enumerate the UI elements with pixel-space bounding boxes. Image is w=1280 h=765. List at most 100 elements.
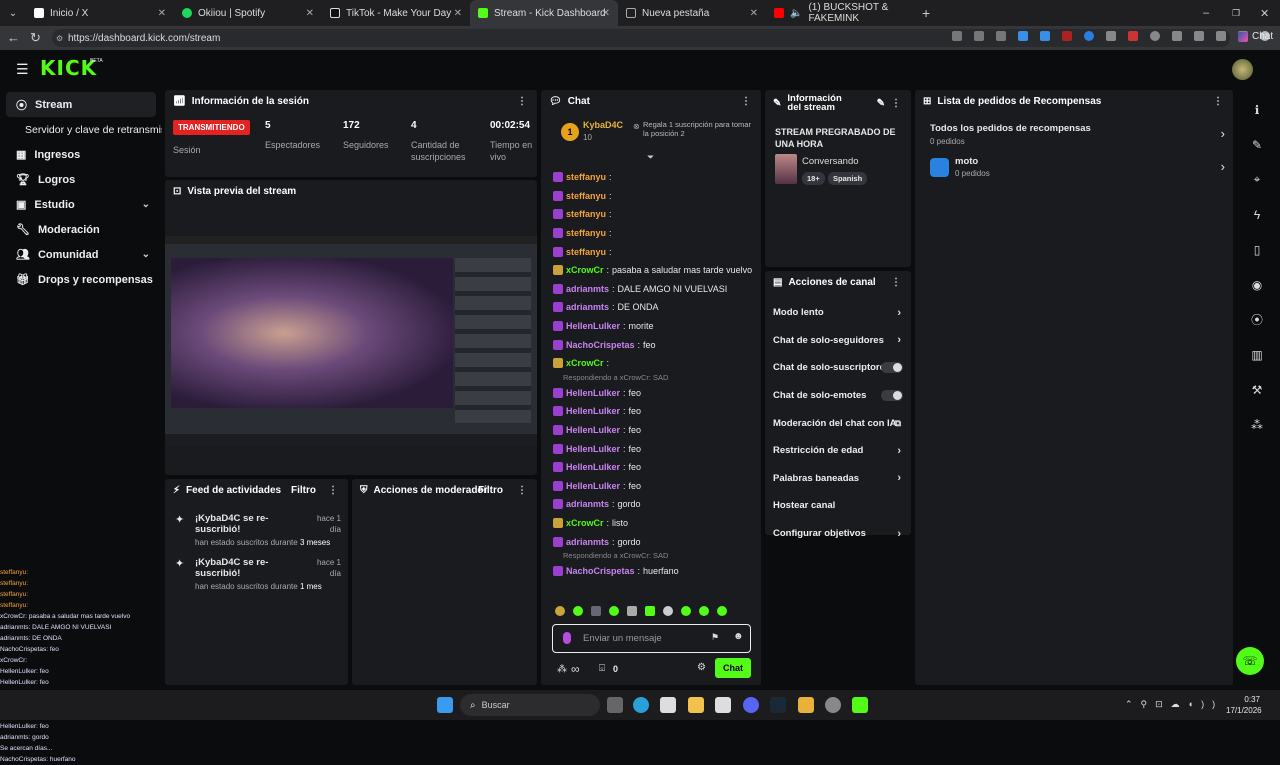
wrench-icon[interactable]: ⚒: [1240, 372, 1274, 407]
channel-action-row[interactable]: Restricción de edad ›: [765, 437, 911, 465]
chrome-icon[interactable]: [825, 697, 841, 713]
chat-message[interactable]: HellenLulker: feo: [553, 384, 758, 403]
hamburger-icon[interactable]: ☰: [16, 61, 29, 78]
close-tab-icon[interactable]: ✕: [602, 8, 610, 19]
chat-message[interactable]: steffanyu:: [553, 224, 758, 243]
discord-icon[interactable]: [743, 697, 759, 713]
pencil-icon[interactable]: ✎: [1240, 127, 1274, 162]
chat-username[interactable]: steffanyu: [566, 247, 606, 257]
toggle-switch[interactable]: [881, 390, 903, 402]
emote-icon[interactable]: [681, 606, 691, 616]
app-icon[interactable]: [798, 697, 814, 713]
chat-message[interactable]: steffanyu:: [553, 205, 758, 224]
new-tab-button[interactable]: +: [922, 5, 930, 21]
chat-message[interactable]: NachoCrispetas: huerfano: [553, 562, 758, 581]
emote-icon[interactable]: [573, 606, 583, 616]
user-avatar[interactable]: [1232, 59, 1253, 80]
puzzle-icon[interactable]: [1172, 31, 1182, 41]
gear-icon[interactable]: [1194, 31, 1204, 41]
channel-action-row[interactable]: Chat de solo-seguidores ›: [765, 327, 911, 355]
more-icon[interactable]: ⋮: [891, 98, 901, 109]
sidebar-item-stream[interactable]: ⦿ Stream: [6, 92, 156, 117]
chat-username[interactable]: steffanyu: [566, 228, 606, 238]
back-icon[interactable]: ←: [7, 30, 20, 45]
edge-icon[interactable]: [633, 697, 649, 713]
chat-username[interactable]: HellenLulker: [566, 388, 620, 398]
filter-icon[interactable]: ⏷: [647, 152, 654, 163]
channel-action-row[interactable]: Moderación del chat con IA ⧉: [765, 409, 911, 437]
channel-action-row[interactable]: Palabras baneadas ›: [765, 465, 911, 493]
channel-action-row[interactable]: Chat de solo-suscriptores: [765, 354, 911, 382]
chat-message[interactable]: HellenLulker: feo: [553, 477, 758, 496]
reload-icon[interactable]: ↻: [30, 30, 41, 46]
mail-icon[interactable]: [715, 697, 731, 713]
extension-icon[interactable]: [1040, 31, 1050, 41]
chat-username[interactable]: HellenLulker: [566, 406, 620, 416]
broadcast-icon[interactable]: ⦿: [1240, 302, 1274, 337]
copilot-chat-button[interactable]: Chat: [1238, 31, 1273, 42]
chat-username[interactable]: HellenLulker: [566, 425, 620, 435]
tab-kick-dashboard[interactable]: Stream - Kick Dashboard ✕: [470, 0, 618, 26]
chat-message[interactable]: HellenLulker: feo: [553, 402, 758, 421]
chat-username[interactable]: HellenLulker: [566, 481, 620, 491]
more-icon[interactable]: ⋮: [741, 96, 751, 107]
document-icon[interactable]: ▯: [1240, 232, 1274, 267]
sidebar-item-ingresos[interactable]: ▦ Ingresos: [0, 142, 162, 167]
sidebar-item-server-key[interactable]: Servidor y clave de retransmisión: [0, 117, 162, 142]
chat-username[interactable]: HellenLulker: [566, 321, 620, 331]
more-icon[interactable]: ⋮: [328, 485, 338, 496]
chat-message[interactable]: xCrowCr: pasaba a saludar mas tarde vuelv…: [553, 261, 758, 280]
dashboard-icon[interactable]: ▥: [1240, 337, 1274, 372]
gear-icon[interactable]: ⚙: [697, 662, 706, 673]
taskbar-search[interactable]: ⌕ Buscar: [460, 694, 600, 716]
edit-icon[interactable]: ✎: [877, 98, 885, 109]
chat-username[interactable]: steffanyu: [566, 209, 606, 219]
sidebar-item-drops[interactable]: 🎁︎ Drops y recompensas: [0, 267, 162, 292]
chat-message[interactable]: adrianmts: DALE AMGO NI VUELVASI: [553, 280, 758, 299]
download-icon[interactable]: [1216, 31, 1226, 41]
support-chat-button[interactable]: ☏: [1236, 647, 1264, 675]
chat-message[interactable]: HellenLulker: morite: [553, 317, 758, 336]
emote-icon[interactable]: [555, 606, 565, 616]
extension-icon[interactable]: [1084, 31, 1094, 41]
toggle-switch[interactable]: [881, 362, 903, 374]
chat-username[interactable]: adrianmts: [566, 284, 609, 294]
chat-username[interactable]: adrianmts: [566, 499, 609, 509]
channel-action-row[interactable]: Chat de solo-emotes: [765, 382, 911, 410]
extension-icon[interactable]: [1106, 31, 1116, 41]
chat-input[interactable]: Enviar un mensaje ⚑ ☻: [552, 624, 751, 653]
star-icon[interactable]: [996, 31, 1006, 41]
eye-off-icon[interactable]: [952, 31, 962, 41]
chat-bubble-icon[interactable]: ◉: [1240, 267, 1274, 302]
chat-message[interactable]: HellenLulker: feo: [553, 439, 758, 458]
chat-username[interactable]: xCrowCr: [566, 518, 604, 528]
more-icon[interactable]: ⋮: [517, 485, 527, 496]
emote-icon[interactable]: [591, 606, 601, 616]
tab-x[interactable]: Inicio / X ✕: [26, 0, 174, 26]
sidebar-item-moderacion[interactable]: 🔧︎ Moderación: [0, 217, 162, 242]
drops-icon[interactable]: ⁂: [1240, 407, 1274, 442]
tab-youtube[interactable]: 🔈 (1) BUCKSHOT & FAKEMINK: [766, 0, 914, 26]
info-icon[interactable]: ℹ: [1240, 92, 1274, 127]
extension-icon[interactable]: [1062, 31, 1072, 41]
windows-start-icon[interactable]: [437, 697, 453, 713]
emote-icon[interactable]: [699, 606, 709, 616]
filter-button[interactable]: Filtro: [291, 485, 316, 496]
chat-username[interactable]: adrianmts: [566, 302, 609, 312]
target-icon[interactable]: ⌖: [1240, 162, 1274, 197]
extension-icon[interactable]: [1018, 31, 1028, 41]
tab-new[interactable]: Nueva pestaña ✕: [618, 0, 766, 26]
reward-item-row[interactable]: moto 0 pedidos ›: [930, 156, 1225, 180]
sidebar-item-comunidad[interactable]: 👥︎ Comunidad ⌄: [0, 242, 162, 267]
kick-logo[interactable]: KICK: [40, 56, 97, 80]
maximize-button[interactable]: ❐: [1232, 8, 1240, 19]
stream-video[interactable]: [165, 236, 537, 446]
task-view-icon[interactable]: [607, 697, 623, 713]
close-tab-icon[interactable]: ✕: [306, 8, 314, 19]
send-chat-button[interactable]: Chat: [715, 658, 751, 678]
chat-username[interactable]: NachoCrispetas: [566, 340, 635, 350]
tab-list-button[interactable]: ⌄: [0, 8, 26, 19]
emote-icon[interactable]: [717, 606, 727, 616]
chat-username[interactable]: adrianmts: [566, 537, 609, 547]
channel-action-row[interactable]: Hostear canal: [765, 492, 911, 520]
